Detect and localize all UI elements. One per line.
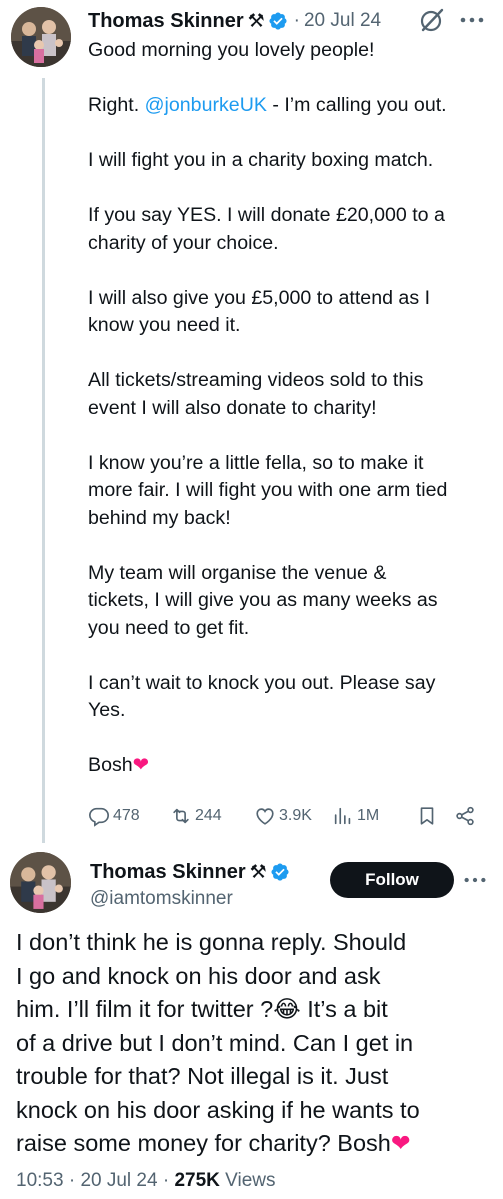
- author-name[interactable]: Thomas Skinner: [90, 861, 246, 884]
- separator-dot: ·: [63, 1170, 81, 1191]
- tweet-line: trouble for that? Not illegal is it. Jus…: [16, 1063, 389, 1089]
- tweet-line: I go and knock on his door and ask: [16, 962, 381, 989]
- tweet-line: tickets, I will give you as many weeks a…: [88, 589, 438, 611]
- heart-emoji: ❤: [390, 1130, 411, 1156]
- views-count: 275K: [174, 1170, 220, 1191]
- share-icon: [456, 806, 474, 826]
- tweet-date[interactable]: 20 Jul 24: [304, 10, 381, 32]
- more-icon[interactable]: [462, 870, 488, 890]
- tweet-dot: ·: [293, 10, 300, 31]
- tweet-line: Good morning you lovely people!: [88, 39, 375, 61]
- reply-count: 478: [113, 807, 140, 824]
- views-label: Views: [219, 1170, 276, 1191]
- grok-icon[interactable]: [418, 6, 446, 34]
- repost-count: 244: [195, 807, 222, 824]
- thread-line: [42, 78, 45, 843]
- tweet-header: Thomas Skinner ⚒ @iamtomskinner: [90, 857, 290, 910]
- tweet-time[interactable]: 10:53: [16, 1170, 64, 1191]
- tweet-1: Thomas Skinner ⚒ · 20 Jul 24 Good mornin…: [0, 0, 503, 845]
- tweet-line: him. I’ll film it for twitter ?😂 It’s a …: [16, 993, 496, 1027]
- avatar-photo: [11, 7, 71, 67]
- text-span: It’s a bit: [300, 996, 388, 1022]
- reply-icon: [89, 807, 109, 827]
- text-span: - I’m calling you out.: [266, 94, 447, 116]
- avatar[interactable]: [11, 7, 71, 67]
- laughing-emoji: 😂: [273, 996, 301, 1022]
- tweet-line: All tickets/streaming videos sold to thi…: [88, 369, 424, 391]
- more-icon[interactable]: [458, 10, 486, 30]
- tweet-line: charity of your choice.: [88, 231, 279, 254]
- follow-button[interactable]: Follow: [330, 862, 454, 898]
- tweet-line: My team will organise the venue &: [88, 561, 387, 584]
- tweet-line: Bosh❤: [88, 752, 493, 780]
- tweet-actions: 478 244 3.9K 1M: [88, 800, 488, 832]
- text-span: raise some money for charity? Bosh: [16, 1130, 391, 1156]
- mention-link[interactable]: @jonburkeUK: [145, 94, 267, 116]
- tweet-footer: 10:53 · 20 Jul 24 · 275K Views: [16, 1170, 276, 1192]
- tweet-line: know you need it.: [88, 314, 241, 336]
- tweet-line: I know you’re a little fella, so to make…: [88, 451, 424, 474]
- author-name[interactable]: Thomas Skinner: [88, 10, 244, 33]
- tweet-text: Good morning you lovely people! Right. @…: [88, 37, 493, 780]
- like-icon: [256, 808, 274, 825]
- like-button[interactable]: 3.9K: [254, 805, 312, 827]
- tweet-line: Yes.: [88, 699, 126, 721]
- tweet-line: I will also give you £5,000 to attend as…: [88, 286, 431, 309]
- tweet-line: event I will also donate to charity!: [88, 396, 377, 419]
- bookmark-button[interactable]: [416, 805, 438, 827]
- reply-button[interactable]: 478: [88, 805, 140, 827]
- tweet-line: more fair. I will fight you with one arm…: [88, 479, 448, 501]
- tweet-line: behind my back!: [88, 506, 231, 529]
- tweet-line: I will fight you in a charity boxing mat…: [88, 149, 434, 171]
- separator-dot: ·: [157, 1170, 175, 1191]
- tweet-line: knock on his door asking if he wants to: [16, 1096, 420, 1123]
- tweet-line: I can’t wait to knock you out. Please sa…: [88, 671, 436, 694]
- avatar-photo: [10, 852, 71, 913]
- tweet-line: of a drive but I don’t mind. Can I get i…: [16, 1029, 414, 1056]
- text-span: him. I’ll film it for twitter ?: [16, 996, 274, 1022]
- text-span: Right.: [88, 94, 145, 116]
- views-icon: [334, 807, 351, 825]
- views-count: 1M: [357, 807, 380, 824]
- tweet-line: you need to get fit.: [88, 616, 250, 639]
- share-button[interactable]: [454, 805, 476, 827]
- tweet-line: I don’t think he is gonna reply. Should: [16, 929, 407, 955]
- tweet-line: raise some money for charity? Bosh❤: [16, 1127, 496, 1161]
- author-handle[interactable]: @iamtomskinner: [90, 888, 290, 910]
- tweet-date[interactable]: 20 Jul 24: [80, 1170, 157, 1191]
- repost-button[interactable]: 244: [170, 805, 222, 827]
- tweet-text: I don’t think he is gonna reply. Should …: [16, 926, 496, 1161]
- bookmark-icon: [420, 807, 434, 825]
- verified-badge-icon: [271, 863, 289, 881]
- repost-icon: [173, 808, 189, 824]
- avatar[interactable]: [10, 852, 71, 913]
- like-count: 3.9K: [279, 807, 312, 824]
- heart-emoji: ❤: [132, 754, 150, 776]
- tweet-header: Thomas Skinner ⚒ · 20 Jul 24: [88, 6, 381, 36]
- views-button[interactable]: 1M: [332, 805, 379, 827]
- hammer-pick-icon: ⚒: [247, 10, 265, 32]
- tweet-line: If you say YES. I will donate £20,000 to…: [88, 204, 445, 226]
- verified-badge-icon: [269, 12, 287, 30]
- text-span: Bosh: [88, 754, 133, 776]
- tweet-line: Right. @jonburkeUK - I’m calling you out…: [88, 92, 493, 120]
- hammer-pick-icon: ⚒: [249, 861, 267, 883]
